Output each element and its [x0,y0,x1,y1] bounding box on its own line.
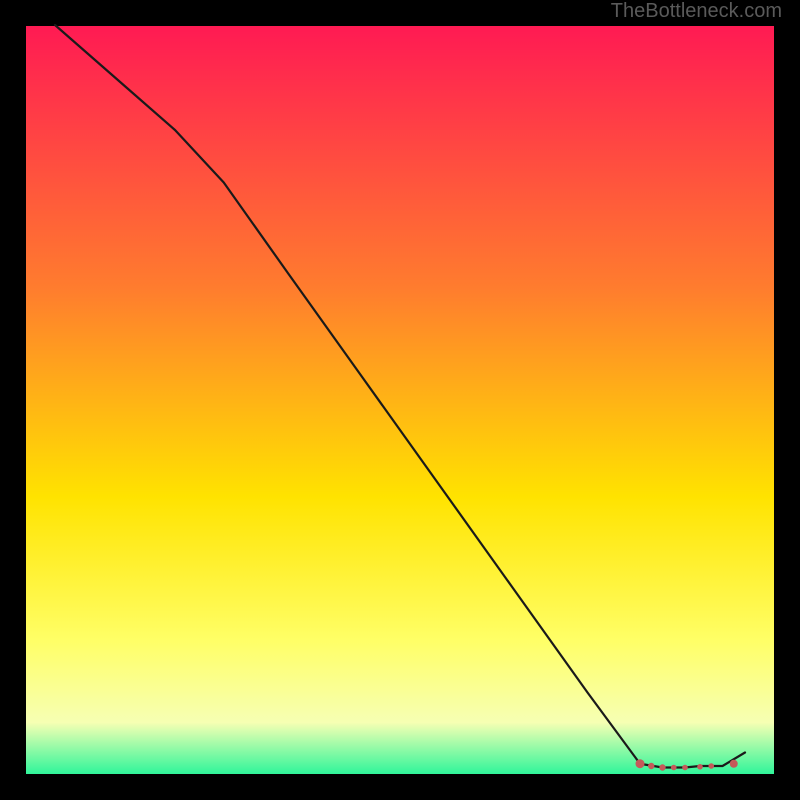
bottleneck-chart [0,0,800,800]
attribution-text: TheBottleneck.com [611,0,782,23]
chart-container: TheBottleneck.com [0,0,800,800]
